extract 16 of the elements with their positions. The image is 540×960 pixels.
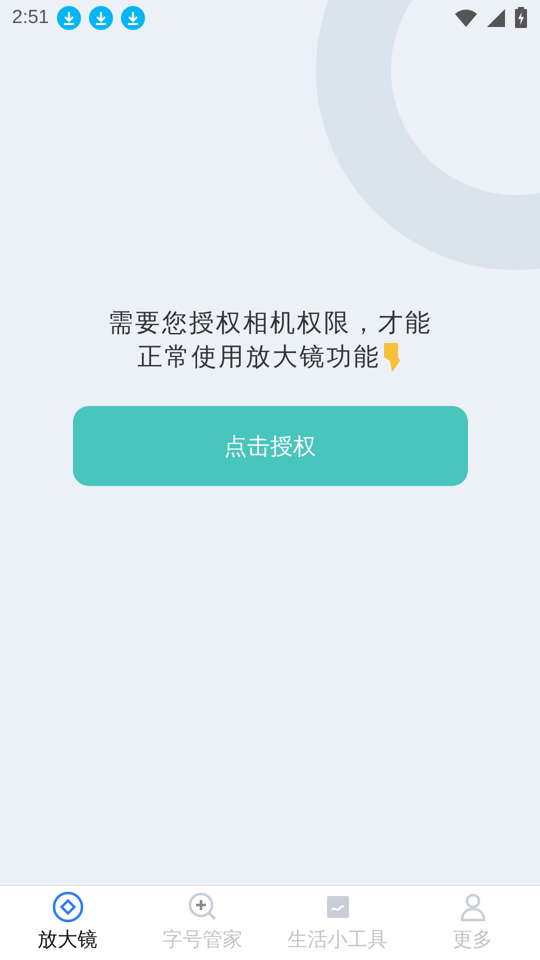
- nav-tab[interactable]: 字号管家: [135, 886, 270, 960]
- nav-tab[interactable]: 放大镜: [0, 886, 135, 960]
- battery-icon: [514, 7, 528, 29]
- diamond-circle-icon: [52, 891, 84, 923]
- wifi-icon: [454, 8, 478, 28]
- status-time: 2:51: [12, 6, 49, 30]
- authorize-button[interactable]: 点击授权: [72, 406, 468, 486]
- permission-message: 需要您授权相机权限，才能: [108, 308, 432, 339]
- nav-tab[interactable]: 更多: [405, 886, 540, 960]
- signal-icon: [486, 8, 506, 28]
- permission-message: 正常使用放大镜功能: [138, 342, 380, 373]
- zoom-in-icon: [186, 891, 218, 923]
- download-icon: [56, 6, 81, 30]
- download-icon: [120, 6, 145, 30]
- download-icon: [88, 6, 113, 30]
- nav-tab[interactable]: 生活小工具: [270, 886, 405, 960]
